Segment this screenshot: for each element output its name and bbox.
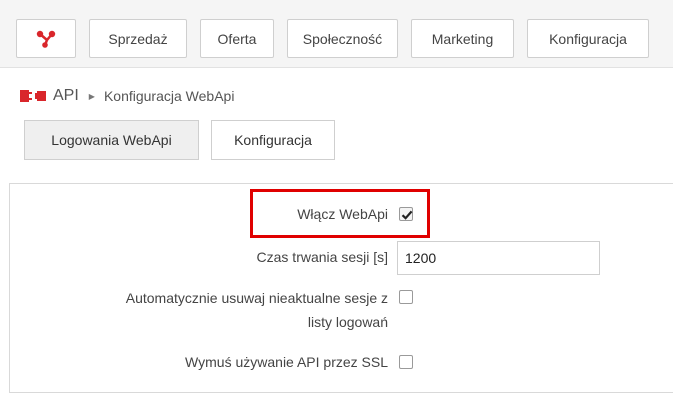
nav-oferta[interactable]: Oferta bbox=[200, 19, 274, 58]
tab-logowania-webapi[interactable]: Logowania WebApi bbox=[24, 120, 199, 160]
breadcrumb: API ▶ Konfiguracja WebApi bbox=[20, 86, 234, 106]
api-plug-icon bbox=[20, 90, 46, 102]
session-duration-label: Czas trwania sesji [s] bbox=[256, 249, 388, 265]
triangle-right-icon: ▶ bbox=[88, 91, 95, 101]
force-ssl-checkbox[interactable] bbox=[399, 355, 413, 369]
auto-remove-label-line1: Automatycznie usuwaj nieaktualne sesje z bbox=[125, 290, 388, 306]
force-ssl-label: Wymuś używanie API przez SSL bbox=[185, 354, 388, 370]
session-duration-input[interactable] bbox=[397, 241, 600, 275]
nav-sprzedaz[interactable]: Sprzedaż bbox=[89, 19, 187, 58]
enable-webapi-label: Włącz WebApi bbox=[297, 206, 388, 222]
home-logo-button[interactable] bbox=[16, 19, 76, 58]
nav-konfiguracja[interactable]: Konfiguracja bbox=[527, 19, 649, 58]
enable-webapi-checkbox[interactable] bbox=[399, 207, 413, 221]
share-network-icon bbox=[36, 30, 56, 48]
checkmark-icon bbox=[401, 210, 413, 220]
auto-remove-checkbox[interactable] bbox=[399, 290, 413, 304]
breadcrumb-root[interactable]: API bbox=[53, 87, 79, 105]
top-navigation: Sprzedaż Oferta Społeczność Marketing Ko… bbox=[0, 0, 673, 68]
auto-remove-label-line2: listy logowań bbox=[307, 314, 388, 330]
nav-spolecznosc[interactable]: Społeczność bbox=[287, 19, 398, 58]
nav-marketing[interactable]: Marketing bbox=[411, 19, 514, 58]
tab-konfiguracja[interactable]: Konfiguracja bbox=[211, 120, 335, 160]
breadcrumb-current: Konfiguracja WebApi bbox=[103, 88, 235, 104]
